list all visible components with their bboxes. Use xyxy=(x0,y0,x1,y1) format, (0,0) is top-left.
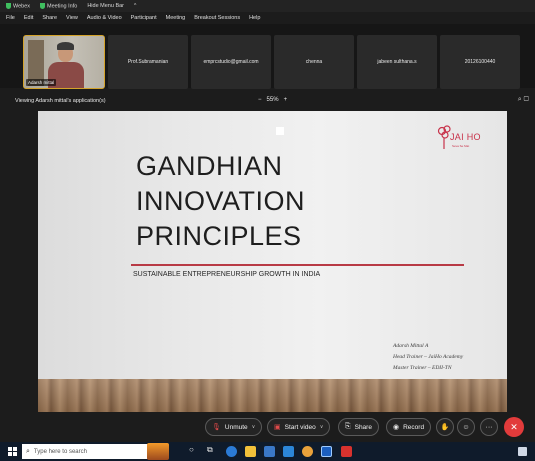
participant-tile[interactable]: emprcstudio@gmail.com xyxy=(191,35,271,89)
participant-name: chenna xyxy=(305,59,323,65)
wood-floor-graphic xyxy=(38,379,507,412)
logo-text: JAI HO xyxy=(450,132,481,142)
menu-breakout-sessions[interactable]: Breakout Sessions xyxy=(194,15,240,21)
record-icon: ◉ xyxy=(393,424,400,431)
hide-menu-bar-button[interactable]: Hide Menu Bar xyxy=(87,3,124,9)
slide-subtitle: SUSTAINABLE ENTREPRENEURSHIP GROWTH IN I… xyxy=(133,271,321,278)
menu-bar: File Edit Share View Audio & Video Parti… xyxy=(0,12,535,23)
self-video-tile[interactable]: Adarsh mittal xyxy=(23,35,105,89)
menu-view[interactable]: View xyxy=(66,15,78,21)
zoom-out-button[interactable]: − xyxy=(258,97,262,103)
menu-meeting[interactable]: Meeting xyxy=(166,15,186,21)
logo-tagline: Seva Se Mat xyxy=(452,144,470,148)
share-button[interactable]: ⎘ Share xyxy=(338,418,379,436)
store-icon[interactable] xyxy=(264,446,275,457)
slide-title-line-1: GANDHIAN xyxy=(136,151,283,181)
video-person-hair xyxy=(57,42,74,50)
chevron-up-icon[interactable]: ^ xyxy=(134,3,136,9)
chrome-icon[interactable] xyxy=(302,446,313,457)
menu-help[interactable]: Help xyxy=(249,15,260,21)
slide-title-line-2: INNOVATION xyxy=(136,186,306,216)
menu-edit[interactable]: Edit xyxy=(24,15,33,21)
view-options-icons[interactable]: ⌕ ▢ xyxy=(518,96,529,104)
participant-name: 20126100440 xyxy=(464,59,496,65)
menu-audio-video[interactable]: Audio & Video xyxy=(87,15,122,21)
self-name-tag: Adarsh mittal xyxy=(26,79,57,86)
task-view-icon[interactable]: ⧉ xyxy=(207,445,213,455)
shared-slide: JAI HO Seva Se Mat GANDHIAN INNOVATION P… xyxy=(38,111,507,412)
windows-start-icon[interactable] xyxy=(8,447,17,456)
zoom-control: − 55% + xyxy=(258,97,287,103)
menu-participant[interactable]: Participant xyxy=(131,15,157,21)
shield-icon xyxy=(40,2,46,9)
zoom-in-button[interactable]: + xyxy=(284,97,288,103)
more-options-icon[interactable]: ··· xyxy=(480,418,498,436)
chevron-down-icon[interactable]: ∨ xyxy=(320,424,324,430)
participant-tile[interactable]: Prof.Subramanian xyxy=(108,35,188,89)
reactions-icon[interactable]: ☺ xyxy=(457,418,475,436)
file-explorer-icon[interactable] xyxy=(245,446,256,457)
participant-tile[interactable]: jabeen sulthana.s xyxy=(357,35,437,89)
unmute-button[interactable]: 🎙 Unmute ∨ xyxy=(205,418,263,436)
search-icon: ⌕ xyxy=(26,447,30,455)
webex-logo-icon xyxy=(6,2,11,9)
webex-window: Webex Meeting Info Hide Menu Bar ^ File … xyxy=(0,0,535,461)
zoom-level: 55% xyxy=(266,97,279,103)
webex-app-label[interactable]: Webex xyxy=(6,2,30,9)
viewing-label: Viewing Adarsh mittal's application(s) xyxy=(15,98,106,104)
notification-icon[interactable] xyxy=(518,447,527,456)
participant-name: emprcstudio@gmail.com xyxy=(203,59,259,65)
menu-file[interactable]: File xyxy=(6,15,15,21)
presenter-role-1: Head Trainer – JaiHo Academy xyxy=(393,354,464,360)
participant-name: Prof.Subramanian xyxy=(127,59,169,65)
meeting-controls: 🎙 Unmute ∨ ▣ Start video ∨ ⎘ Share ◉ Rec… xyxy=(0,412,535,442)
search-placeholder: Type here to search xyxy=(33,448,87,455)
acrobat-icon[interactable] xyxy=(341,446,352,457)
meeting-info-button[interactable]: Meeting Info xyxy=(40,2,77,9)
participant-strip: Adarsh mittal Prof.Subramanian emprcstud… xyxy=(0,24,535,89)
title-bar: Webex Meeting Info Hide Menu Bar ^ xyxy=(0,0,535,12)
taskbar-search-input[interactable]: ⌕ Type here to search xyxy=(22,444,167,459)
slide-marker xyxy=(276,127,284,135)
menu-share[interactable]: Share xyxy=(42,15,57,21)
mic-muted-icon: 🎙 xyxy=(212,424,221,431)
video-off-icon: ▣ xyxy=(274,424,281,431)
mail-icon[interactable] xyxy=(283,446,294,457)
presenter-role-2: Master Trainer – EDII-TN xyxy=(393,365,452,371)
edge-browser-icon[interactable] xyxy=(226,446,237,457)
slide-title-line-3: PRINCIPLES xyxy=(136,221,302,251)
participant-tile[interactable]: 20126100440 xyxy=(440,35,520,89)
title-divider xyxy=(131,264,464,266)
participant-name: jabeen sulthana.s xyxy=(377,59,417,65)
raise-hand-icon[interactable]: ✋ xyxy=(436,418,454,436)
presenter-name: Adarsh Mittal A xyxy=(393,343,429,349)
leave-meeting-button[interactable]: ✕ xyxy=(504,417,524,437)
share-screen-icon: ⎘ xyxy=(345,423,351,430)
webex-taskbar-icon[interactable] xyxy=(321,446,332,457)
cortana-icon[interactable]: ○ xyxy=(189,445,194,454)
weather-widget-icon[interactable] xyxy=(147,443,169,460)
record-button[interactable]: ◉ Record xyxy=(386,418,432,436)
viewing-bar: Viewing Adarsh mittal's application(s) −… xyxy=(0,93,535,109)
windows-taskbar: ⌕ Type here to search ○ ⧉ xyxy=(0,442,535,461)
participant-tile[interactable]: chenna xyxy=(274,35,354,89)
chevron-down-icon[interactable]: ∨ xyxy=(252,424,256,430)
start-video-button[interactable]: ▣ Start video ∨ xyxy=(267,418,331,436)
